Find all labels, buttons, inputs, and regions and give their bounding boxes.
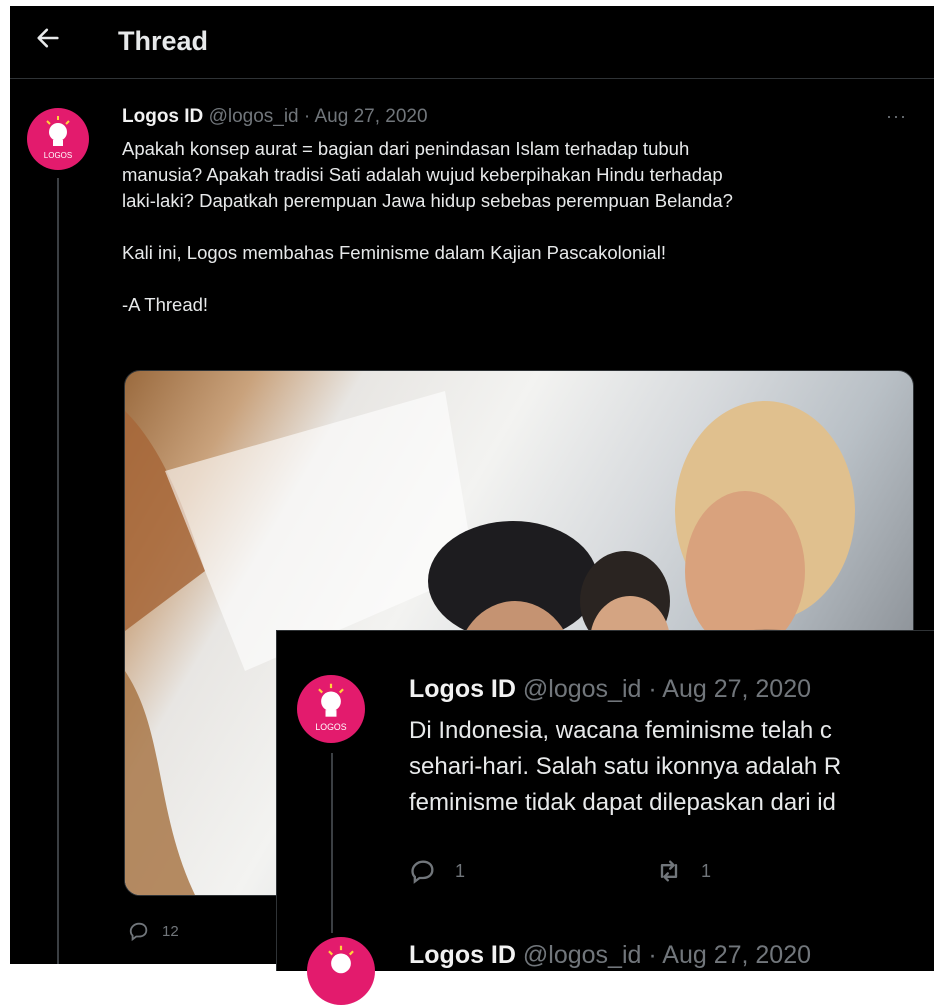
separator-dot: ·: [303, 106, 311, 127]
thread-connector-line: [331, 753, 333, 933]
avatar[interactable]: LOGOS: [27, 108, 89, 170]
tweet-text-line: Di Indonesia, wacana feminisme telah c: [409, 717, 832, 744]
tweet-text-line: sehari-hari. Salah satu ikonnya adalah R: [409, 753, 842, 780]
retweet-button[interactable]: 1: [655, 857, 711, 885]
reply-count: 1: [455, 860, 466, 881]
svg-text:LOGOS: LOGOS: [315, 722, 346, 732]
reply-tweet-card: LOGOS Logos ID @logos_id · Aug 27, 2020 …: [276, 630, 934, 1005]
tweet-actions: 1 1: [409, 857, 711, 885]
author-name[interactable]: Logos ID: [409, 941, 516, 969]
author-name[interactable]: Logos ID: [409, 675, 516, 703]
tweet-date[interactable]: Aug 27, 2020: [662, 941, 811, 969]
more-options-button[interactable]: ···: [886, 106, 907, 127]
tweet-header: Logos ID @logos_id · Aug 27, 2020: [122, 106, 428, 128]
author-handle[interactable]: @logos_id: [209, 106, 299, 127]
separator-dot: ·: [648, 675, 657, 703]
avatar[interactable]: LOGOS: [297, 675, 365, 743]
author-name[interactable]: Logos ID: [122, 106, 203, 127]
tweet-text: Di Indonesia, wacana feminisme telah c s…: [409, 713, 934, 821]
thread-connector-line: [57, 178, 59, 964]
tweet-text: Apakah konsep aurat = bagian dari penind…: [122, 138, 733, 315]
separator-dot: ·: [648, 941, 657, 969]
back-button[interactable]: [34, 24, 62, 52]
author-handle[interactable]: @logos_id: [523, 941, 642, 969]
avatar[interactable]: [307, 937, 375, 1005]
page-title: Thread: [118, 26, 209, 56]
reply-count: 12: [162, 922, 179, 940]
reply-button[interactable]: 1: [409, 857, 465, 885]
tweet-header: Logos ID @logos_id · Aug 27, 2020: [409, 675, 811, 704]
author-handle[interactable]: @logos_id: [523, 675, 642, 703]
reply-button[interactable]: 12: [128, 920, 179, 942]
lightbulb-logo-icon: LOGOS: [315, 683, 347, 732]
next-tweet-header: Logos ID @logos_id · Aug 27, 2020: [409, 941, 811, 970]
retweet-icon: [660, 860, 678, 882]
arrow-left-icon: [37, 28, 59, 48]
lightbulb-logo-icon: [328, 945, 354, 974]
tweet-date[interactable]: Aug 27, 2020: [314, 106, 427, 127]
header: Thread: [10, 6, 934, 79]
comment-icon: [411, 860, 434, 884]
comment-icon: [129, 922, 148, 942]
retweet-count: 1: [701, 860, 712, 881]
svg-text:LOGOS: LOGOS: [44, 151, 72, 160]
tweet-date[interactable]: Aug 27, 2020: [662, 675, 811, 703]
lightbulb-logo-icon: LOGOS: [44, 116, 72, 160]
tweet-text-line: feminisme tidak dapat dilepaskan dari id: [409, 789, 836, 816]
